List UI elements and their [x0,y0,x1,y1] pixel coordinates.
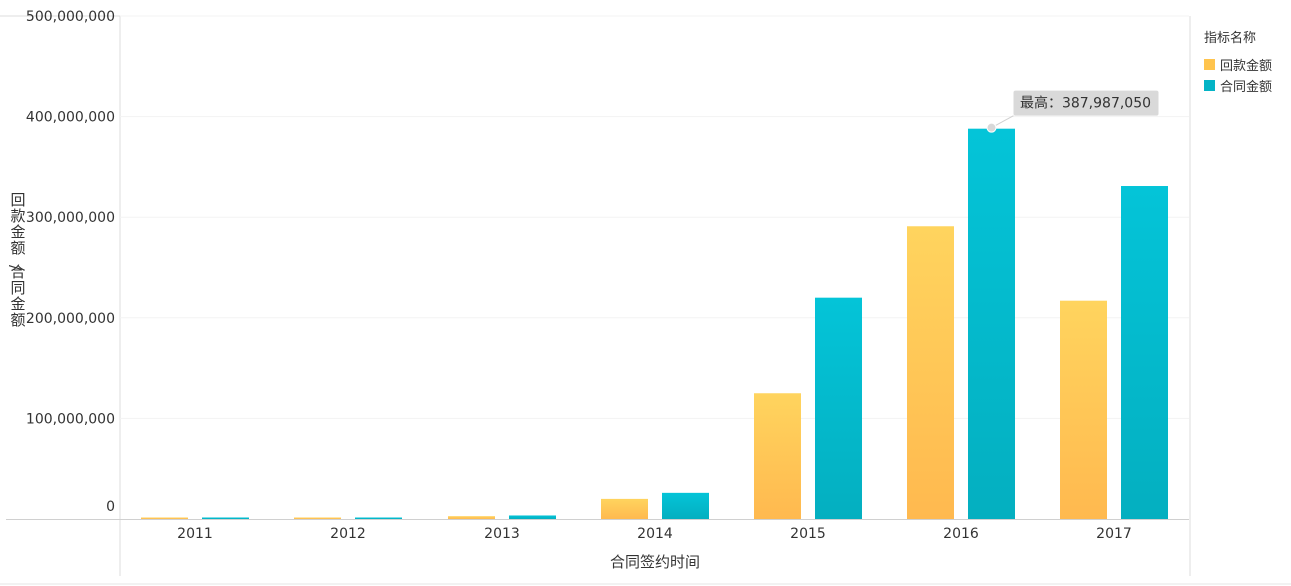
x-tick-label: 2014 [637,526,673,542]
bar-hetong [202,517,249,519]
bar-hetong [662,492,709,519]
legend-title: 指标名称 [1204,31,1257,46]
x-tick-label: 2015 [790,526,826,542]
y-tick-label: 0 [106,499,115,515]
bar-hetong [968,128,1015,519]
legend-label: 回款金额 [1220,59,1273,74]
bar-huikuan [754,393,801,519]
legend: 指标名称 回款金额 合同金额 [1204,27,1272,96]
bar-huikuan [448,516,495,519]
annotation-label: 最高：387,987,050 [1020,95,1151,112]
bar-hetong [815,297,862,519]
bar-huikuan [1060,300,1107,519]
y-tick-label: 400,000,000 [26,110,115,126]
chart: 0 100,000,000 200,000,000 300,000,000 400,00… [0,9,1291,585]
y-axis-title-char: 额 [10,311,25,329]
x-tick-label: 2016 [943,526,979,542]
legend-swatch [1204,80,1215,91]
legend-swatch [1204,59,1215,70]
x-tick-label: 2011 [177,526,213,542]
bar-hetong [355,517,402,519]
legend-item-0[interactable]: 回款金额 [1204,54,1272,75]
x-tick-label: 2012 [330,526,366,542]
x-tick-label: 2013 [484,526,520,542]
x-tick-label: 2017 [1096,526,1132,542]
annotation-marker [986,122,997,133]
bar-huikuan [141,517,188,519]
y-tick-label: 200,000,000 [26,311,115,327]
legend-label: 合同金额 [1220,80,1273,95]
bar-huikuan [907,226,954,519]
y-tick-label: 100,000,000 [26,411,115,427]
legend-item-1[interactable]: 合同金额 [1204,75,1272,96]
x-axis-title: 合同签约时间 [610,553,700,571]
bar-hetong [509,515,556,519]
bar-hetong [1121,186,1168,519]
bar-huikuan [294,517,341,519]
y-axis-title: 回款金额/合同金额 [6,191,25,329]
bar-huikuan [601,498,648,519]
y-axis-title-char: 额 [10,239,25,257]
y-tick-label: 300,000,000 [26,210,115,226]
y-tick-label: 500,000,000 [26,9,115,25]
